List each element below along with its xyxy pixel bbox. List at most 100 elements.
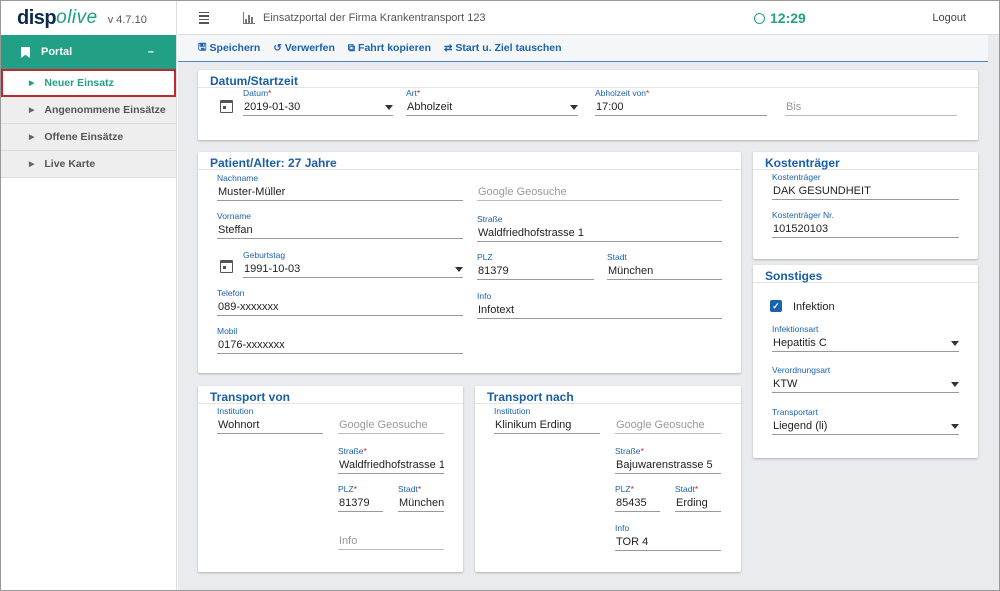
transportart-select[interactable]: Transportart Liegend (li) xyxy=(772,407,959,435)
topbar: Einsatzportal der Firma Krankentransport… xyxy=(178,1,999,35)
patient-strasse-field[interactable]: Straße Waldfriedhofstrasse 1 xyxy=(477,214,722,242)
patient-stadt-field[interactable]: Stadt München xyxy=(607,252,722,280)
portal-label: Portal xyxy=(41,46,73,58)
transport-nach-card: Transport nach Institution Klinikum Erdi… xyxy=(475,386,741,572)
geburtstag-value: 1991-10-03 xyxy=(244,263,301,275)
verordnungsart-select[interactable]: Verordnungsart KTW xyxy=(772,365,959,393)
nach-info-label: Info xyxy=(615,523,630,533)
datum-value: 2019-01-30 xyxy=(244,101,301,113)
save-button[interactable]: 🖫 Speichern xyxy=(198,40,260,57)
datum-card-header: Datum/Startzeit xyxy=(198,70,978,88)
logout-button[interactable]: Logout xyxy=(932,12,966,24)
nach-institution-field[interactable]: Institution Klinikum Erding xyxy=(494,406,600,434)
kostentraeger-card-body: Kostenträger Kostenträger DAK GESUNDHEIT… xyxy=(753,152,978,259)
floppy-disk-icon: 🖫 xyxy=(198,41,207,53)
von-stadt-field[interactable]: Stadt* München xyxy=(398,484,444,512)
calendar-icon[interactable] xyxy=(220,260,233,273)
von-strasse-field[interactable]: Straße* Waldfriedhofstrasse 1 xyxy=(338,446,444,474)
kostentraeger-nr-label: Kostenträger Nr. xyxy=(772,210,834,220)
collapse-icon[interactable]: – xyxy=(148,46,154,58)
nach-stadt-field[interactable]: Stadt* Erding xyxy=(675,484,721,512)
geburtstag-field[interactable]: Geburtstag 1991-10-03 xyxy=(243,250,463,278)
transport-von-card: Transport von Institution Wohnort Google… xyxy=(198,386,463,572)
infektionsart-value: Hepatitis C xyxy=(773,337,827,349)
mobil-label: Mobil xyxy=(217,326,238,336)
art-value: Abholzeit xyxy=(407,101,453,113)
logo-text-a: disp xyxy=(17,6,57,29)
copy-icon: ⧉ xyxy=(347,42,356,54)
von-institution-field[interactable]: Institution Wohnort xyxy=(217,406,323,434)
sidebar-item-offene-einsaetze[interactable]: ▶ Offene Einsätze xyxy=(1,124,176,151)
geburtstag-value-box: 1991-10-03 xyxy=(243,261,463,278)
nach-plz-field[interactable]: PLZ* 85435 xyxy=(615,484,660,512)
von-geosuche-field[interactable]: Google Geosuche xyxy=(338,417,444,434)
dropdown-arrow-icon xyxy=(951,424,959,429)
sidebar-portal-header[interactable]: Portal – xyxy=(1,35,176,69)
bookmark-icon xyxy=(21,46,30,58)
kostentraeger-field[interactable]: Kostenträger DAK GESUNDHEIT xyxy=(772,172,959,200)
dropdown-arrow-icon xyxy=(951,341,959,346)
sidebar-item-angenommene-einsaetze[interactable]: ▶ Angenommene Einsätze xyxy=(1,97,176,124)
abholzeit-field[interactable]: Abholzeit von* 17:00 xyxy=(595,88,767,116)
sidebar-item-label: Live Karte xyxy=(44,158,96,170)
strasse-value: Waldfriedhofstrasse 1 xyxy=(477,225,722,242)
nach-info-field[interactable]: Info TOR 4 xyxy=(615,523,721,551)
von-plz-field[interactable]: PLZ* 81379 xyxy=(338,484,383,512)
kostentraeger-nr-field[interactable]: Kostenträger Nr. 101520103 xyxy=(772,210,959,238)
transport-nach-header: Transport nach xyxy=(475,386,741,404)
copy-trip-button[interactable]: ⧉ Fahrt kopieren xyxy=(348,42,431,54)
nach-institution-value: Klinikum Erding xyxy=(494,417,600,434)
dropdown-arrow-icon xyxy=(385,105,393,110)
infektionsart-select[interactable]: Infektionsart Hepatitis C xyxy=(772,324,959,352)
infektion-checkbox[interactable]: ✓ xyxy=(770,300,782,312)
chevron-right-icon: ▶ xyxy=(29,80,35,87)
datum-field[interactable]: Datum* 2019-01-30 xyxy=(243,88,393,116)
calendar-icon[interactable] xyxy=(220,100,233,113)
kostentraeger-card: Kostenträger Kostenträger DAK GESUNDHEIT… xyxy=(753,152,978,259)
telefon-field[interactable]: Telefon 089-xxxxxxx xyxy=(217,288,463,316)
nach-strasse-label: Straße xyxy=(615,446,641,456)
clock-time: 12:29 xyxy=(770,10,806,26)
geosuche-field[interactable]: Google Geosuche xyxy=(477,184,722,201)
dropdown-arrow-icon xyxy=(455,267,463,272)
dropdown-arrow-icon xyxy=(951,382,959,387)
infektion-label: Infektion xyxy=(793,301,835,313)
art-select[interactable]: Art* Abholzeit xyxy=(406,88,578,116)
patient-plz-field[interactable]: PLZ 81379 xyxy=(477,252,594,280)
nach-plz-label: PLZ xyxy=(615,484,631,494)
datum-label: Datum xyxy=(243,88,269,98)
nachname-label: Nachname xyxy=(217,173,259,183)
sonstiges-card: Sonstiges ✓ Infektion Infektionsart Hepa… xyxy=(753,265,978,458)
nach-geosuche-field[interactable]: Google Geosuche xyxy=(615,417,721,434)
kostentraeger-card-header: Kostenträger xyxy=(753,152,978,170)
stadt-value: München xyxy=(607,263,722,280)
bis-field[interactable]: Bis xyxy=(785,99,957,116)
logo-text-b: olive xyxy=(56,7,98,28)
sidebar-item-neuer-einsatz[interactable]: ▶ Neuer Einsatz xyxy=(1,69,176,97)
logo: disp olive v 4.7.10 xyxy=(1,1,176,35)
telefon-value: 089-xxxxxxx xyxy=(217,299,463,316)
mobil-field[interactable]: Mobil 0176-xxxxxxx xyxy=(217,326,463,354)
transportart-label: Transportart xyxy=(772,407,818,417)
sidebar-item-live-karte[interactable]: ▶ Live Karte xyxy=(1,151,176,178)
version-label: v 4.7.10 xyxy=(107,14,147,26)
kostentraeger-label: Kostenträger xyxy=(772,172,821,182)
von-info-field[interactable]: Info xyxy=(338,533,444,550)
plz-value: 81379 xyxy=(477,263,594,280)
kostentraeger-value: DAK GESUNDHEIT xyxy=(772,183,959,200)
von-stadt-value: München xyxy=(398,495,444,512)
nach-strasse-field[interactable]: Straße* Bajuwarenstrasse 5 xyxy=(615,446,721,474)
abholzeit-label: Abholzeit von xyxy=(595,88,647,98)
nachname-field[interactable]: Nachname Muster-Müller xyxy=(217,173,463,201)
abholzeit-value: 17:00 xyxy=(595,99,767,116)
von-strasse-label: Straße xyxy=(338,446,364,456)
hamburger-menu-icon[interactable] xyxy=(199,11,209,24)
von-plz-label: PLZ xyxy=(338,484,354,494)
swap-button[interactable]: ⇄ Start u. Ziel tauschen xyxy=(444,42,562,54)
vorname-field[interactable]: Vorname Steffan xyxy=(217,211,463,239)
transportart-value: Liegend (li) xyxy=(773,420,828,432)
patient-info-field[interactable]: Info Infotext xyxy=(477,291,722,319)
discard-button[interactable]: ↺ Verwerfen xyxy=(273,42,335,54)
datum-value-box: 2019-01-30 xyxy=(243,99,393,116)
nach-plz-value: 85435 xyxy=(615,495,660,512)
